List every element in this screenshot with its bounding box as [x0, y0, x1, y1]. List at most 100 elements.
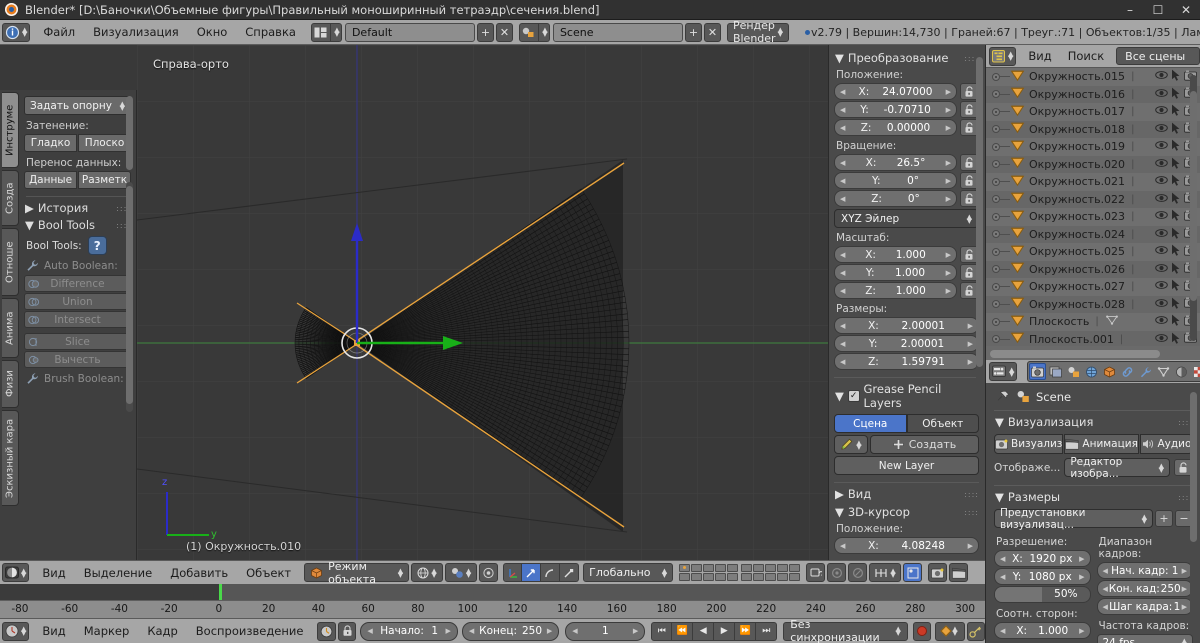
render-animation-button[interactable]: Анимация [1064, 434, 1139, 454]
frame-step-field[interactable]: ◀ Шаг кадра: 1 ▶ [1096, 598, 1193, 615]
viewport-editor-type-selector[interactable]: ▲ ▼ [2, 563, 30, 582]
tab-render-layers[interactable] [1047, 363, 1064, 380]
layer-cell[interactable] [715, 573, 727, 581]
scene-delete-button[interactable]: ✕ [703, 22, 721, 42]
visibility-toggle[interactable] [1155, 228, 1168, 241]
preset-add-button[interactable]: + [1155, 510, 1173, 527]
gp-create-button[interactable]: Создать [870, 435, 979, 454]
location-x-field[interactable]: ◀ X: 24.07000 ▶ [834, 83, 957, 100]
visibility-toggle[interactable] [1155, 298, 1168, 311]
selectability-toggle[interactable] [1171, 244, 1181, 259]
timeline-editor-type-selector[interactable]: ▲ ▼ [2, 621, 30, 641]
menu-render[interactable]: Визуализация [84, 20, 188, 45]
timeline-menu-view[interactable]: Вид [33, 619, 74, 643]
expand-toggle-icon[interactable] [992, 72, 1000, 81]
visibility-toggle[interactable] [1155, 315, 1168, 328]
tab-material[interactable] [1173, 363, 1190, 380]
expand-toggle-icon[interactable] [992, 195, 1000, 204]
viewport-menu-add[interactable]: Добавить [161, 561, 237, 585]
transfer-data-button[interactable]: Данные [24, 171, 77, 189]
layer-cell[interactable] [789, 573, 801, 581]
rotation-y-field[interactable]: ◀ Y: 0° ▶ [834, 172, 957, 189]
gp-scene-button[interactable]: Сцена [834, 414, 907, 433]
rotation-mode-selector[interactable]: XYZ Эйлер ▲ ▼ [834, 209, 979, 228]
expand-toggle-icon[interactable] [992, 90, 1000, 99]
menu-window[interactable]: Окно [188, 20, 237, 45]
tab-grease-pencil[interactable]: Эскизный кара [2, 410, 19, 506]
frame-end-field[interactable]: ◀ Кон. кад: 250 ▶ [1096, 580, 1193, 597]
layer-cell[interactable] [715, 564, 727, 572]
frame-start-field[interactable]: ◀ Нач. кадр: 1 ▶ [1096, 562, 1193, 579]
tab-relations[interactable]: Отноше [2, 228, 19, 296]
viewport-3d[interactable]: Справа-орто (1) Окружность.010 z y [137, 45, 828, 560]
outliner-row[interactable]: Окружность.027 | [986, 278, 1200, 296]
dimensions-x-field[interactable]: ◀ X: 2.00001 ▶ [834, 317, 979, 334]
intersect-button[interactable]: Intersect [24, 311, 131, 328]
play-reverse-button[interactable]: ◀ [693, 621, 715, 641]
selectability-toggle[interactable] [1171, 227, 1181, 242]
scene-spinner-icon[interactable]: ▲ ▼ [538, 22, 550, 42]
manipulator-toggle-button[interactable] [503, 563, 523, 582]
resolution-percentage-slider[interactable]: 50% [994, 586, 1091, 603]
mesh-data-slot[interactable] [1105, 314, 1119, 329]
transfer-layout-button[interactable]: Разметк [78, 171, 131, 189]
tab-texture[interactable] [1191, 363, 1200, 380]
tool-shelf-scrollbar-top[interactable] [126, 96, 133, 170]
union-button[interactable]: Union [24, 293, 131, 310]
cursor-x-field[interactable]: ◀ X: 4.08248 ▶ [834, 537, 979, 554]
outliner-row[interactable]: Окружность.028 | [986, 295, 1200, 313]
menu-file[interactable]: Файл [34, 20, 84, 45]
layer-cell[interactable] [703, 564, 715, 572]
expand-toggle-icon[interactable] [992, 247, 1000, 256]
maximize-button[interactable]: ☐ [1144, 0, 1172, 20]
render-preset-selector[interactable]: Предустановки визуализац... ▲ ▼ [994, 507, 1153, 531]
set-origin-button[interactable]: Задать опорну ▲ ▼ [24, 96, 131, 115]
tab-physics[interactable]: Физи [2, 360, 19, 408]
snap-during-transform-button[interactable] [479, 563, 499, 582]
selectability-toggle[interactable] [1171, 87, 1181, 102]
tab-constraints[interactable] [1119, 363, 1136, 380]
screen-layout-name[interactable]: Default [344, 22, 475, 42]
expand-toggle-icon[interactable] [992, 300, 1000, 309]
aspect-x-field[interactable]: ◀ X: 1.000 ▶ [994, 622, 1091, 639]
fps-selector[interactable]: 24 fps ▲▼ [1096, 634, 1193, 643]
help-icon[interactable]: ? [87, 236, 107, 255]
layer-cell[interactable] [679, 564, 691, 572]
layer-cell[interactable] [691, 573, 703, 581]
tab-world[interactable] [1083, 363, 1100, 380]
selectability-toggle[interactable] [1171, 192, 1181, 207]
scale-y-field[interactable]: ◀ Y: 1.000 ▶ [834, 264, 957, 281]
view-panel-header[interactable]: ▶ Вид :::: [835, 487, 979, 501]
interaction-mode-selector[interactable]: Режим объекта ▲ ▼ [304, 560, 410, 586]
outliner-row[interactable]: Окружность.015 | [986, 68, 1200, 86]
tab-scene[interactable] [1065, 363, 1082, 380]
tab-modifiers[interactable] [1137, 363, 1154, 380]
outliner-display-mode[interactable]: Все сцены [1116, 47, 1200, 65]
visibility-toggle[interactable] [1155, 175, 1168, 188]
layer-cell[interactable] [727, 573, 739, 581]
gp-new-layer-button[interactable]: New Layer [834, 456, 979, 475]
outliner-row[interactable]: Окружность.016 | [986, 85, 1200, 103]
lock-camera-to-view-button[interactable] [806, 563, 826, 582]
visibility-toggle[interactable] [1155, 140, 1168, 153]
visibility-toggle[interactable] [1155, 280, 1168, 293]
end-frame-field[interactable]: ◀ Конец: 250 ▶ [461, 621, 560, 641]
render-audio-button[interactable]: Аудио [1139, 434, 1193, 454]
gp-brush-selector[interactable]: ▲ ▼ [834, 435, 868, 454]
expand-toggle-icon[interactable] [992, 335, 1000, 344]
selectability-toggle[interactable] [1171, 297, 1181, 312]
occlude-geometry-button[interactable] [848, 563, 868, 582]
visibility-toggle[interactable] [1155, 333, 1168, 346]
difference-button[interactable]: Difference [24, 275, 131, 292]
expand-toggle-icon[interactable] [992, 317, 1000, 326]
menu-help[interactable]: Справка [236, 20, 305, 45]
render-image-button[interactable]: Визуализ [994, 434, 1064, 454]
selectability-toggle[interactable] [1171, 209, 1181, 224]
timeline-menu-playback[interactable]: Воспроизведение [187, 619, 313, 643]
selectability-toggle[interactable] [1171, 104, 1181, 119]
properties-scrollbar[interactable] [1190, 392, 1197, 542]
bool-tools-panel-header[interactable]: ▼ Bool Tools :::: [25, 218, 131, 232]
display-mode-selector[interactable]: Редактор изобра... ▲ ▼ [1064, 456, 1170, 480]
layer-cell[interactable] [753, 564, 765, 572]
tool-shelf-scrollbar[interactable] [126, 186, 133, 404]
